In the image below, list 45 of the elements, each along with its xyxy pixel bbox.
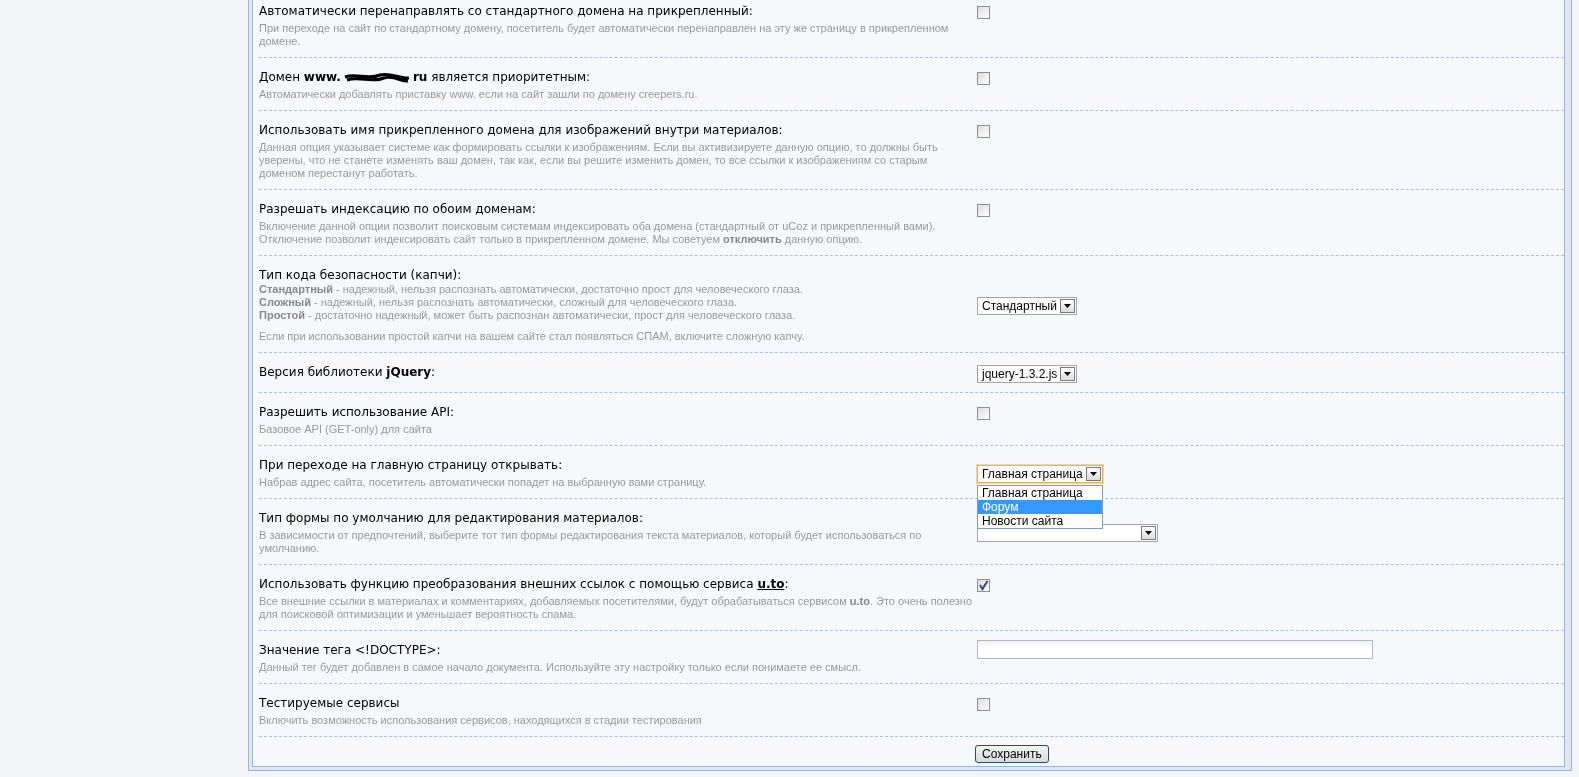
caret-icon <box>1060 367 1076 381</box>
setting-description: Базовое API (GET-only) для сайта <box>259 423 433 436</box>
setting-description: Автоматически добавлять приставку www. если на сайт зашли по домену creepers.ru. <box>259 88 699 101</box>
checkbox[interactable] <box>977 125 990 138</box>
setting-description: Включить возможность использования сервисов, находящихся в стадии тестирования <box>259 714 703 727</box>
setting-title: Тип кода безопасности (капчи): <box>259 268 463 283</box>
setting-title: Разрешать индексацию по обоим доменам: <box>259 202 537 217</box>
checkbox[interactable] <box>977 579 990 592</box>
dropdown[interactable]: Главная страница <box>977 464 1103 483</box>
setting-title: Тип формы по умолчанию для редактирования материалов: <box>259 511 644 526</box>
checkbox[interactable] <box>977 72 990 85</box>
dropdown[interactable]: Стандартный <box>977 296 1077 315</box>
setting-description: Включение данной опции позволит поисковым системам индексировать оба домена (стандартный от uCoz и прикрепленный вами). Отключение позволит индексировать сайт только в прикрепленном домене. Мы советуем отключить данную опцию. <box>259 220 937 246</box>
setting-title: Значение тега <!DOCTYPE>: <box>259 643 442 658</box>
setting-description: Простой - достаточно надежный, может быть распознан автоматически, прост для человеческого глаза. <box>259 309 797 322</box>
setting-description: Данная опция указывает системе как формировать ссылки к изображениям. Если вы активизируете данную опцию, то должны быть уверены, что не станете изменять ваш домен, так как, если вы решите изменить домен, то все ссылки к изображениям со старым доменом перестанут работать. <box>259 141 939 180</box>
setting-description: При переходе на сайт по стандартному домену, посетитель будет автоматически перенаправлен на эту же страницу в прикрепленном домене. <box>259 22 950 48</box>
dropdown[interactable]: jquery-1.3.2.js <box>977 365 1078 383</box>
setting-title: Тестируемые сервисы <box>259 696 401 711</box>
save-button[interactable]: Сохранить <box>975 745 1049 763</box>
caret-icon <box>1085 466 1101 481</box>
checkbox[interactable] <box>977 204 990 217</box>
dropdown-option[interactable]: Новости сайта <box>978 513 1102 528</box>
setting-title: Версия библиотеки jQuery: <box>259 365 437 380</box>
setting-title: Использовать функцию преобразования внешних ссылок с помощью сервиса u.to: <box>259 577 790 592</box>
setting-title: ru является приоритетным: <box>412 70 591 85</box>
setting-title: Разрешить использование API: <box>259 405 455 420</box>
setting-description: В зависимости от предпочтений, выберите тот тип формы редактирования текста материалов, который будет использоваться по умолчанию. <box>259 529 923 555</box>
checkbox[interactable] <box>977 6 990 19</box>
checkbox[interactable] <box>977 407 990 420</box>
setting-title: При переходе на главную страницу открывать: <box>259 458 564 473</box>
setting-description: Сложный - надежный, нельзя распознать автоматически, сложный для человеческого глаза. <box>259 296 739 309</box>
setting-note: Если при использовании простой капчи на вашем сайте стал появляться СПАМ, включите сложную капчу. <box>259 330 806 343</box>
setting-description: Стандартный - надежный, нельзя распознать автоматически, достаточно прост для человеческого глаза. <box>259 283 804 296</box>
setting-title: Автоматически перенаправлять со стандартного домена на прикрепленный: <box>259 4 754 19</box>
input-field[interactable] <box>977 640 1373 659</box>
caret-icon <box>1059 298 1075 313</box>
setting-title: Домен www. <box>259 70 341 85</box>
setting-title: Использовать имя прикрепленного домена для изображений внутри материалов: <box>259 123 784 138</box>
dropdown-option[interactable]: Главная страница <box>978 485 1102 500</box>
setting-description: Набрав адрес сайта, посетитель автоматически попадет на выбранную вами страницу. <box>259 476 708 489</box>
setting-description: Данный тег будет добавлен в самое начало документа. Используйте эту настройку только если понимаете ее смысл. <box>259 661 863 674</box>
checkbox[interactable] <box>977 698 990 711</box>
caret-icon <box>1141 526 1156 540</box>
setting-description: Все внешние ссылки в материалах и комментариях, добавляемых посетителями, будут обрабатываться сервисом u.to. Это очень полезно для поисковой оптимизации и уменьшает вероятность спама. <box>259 595 973 621</box>
